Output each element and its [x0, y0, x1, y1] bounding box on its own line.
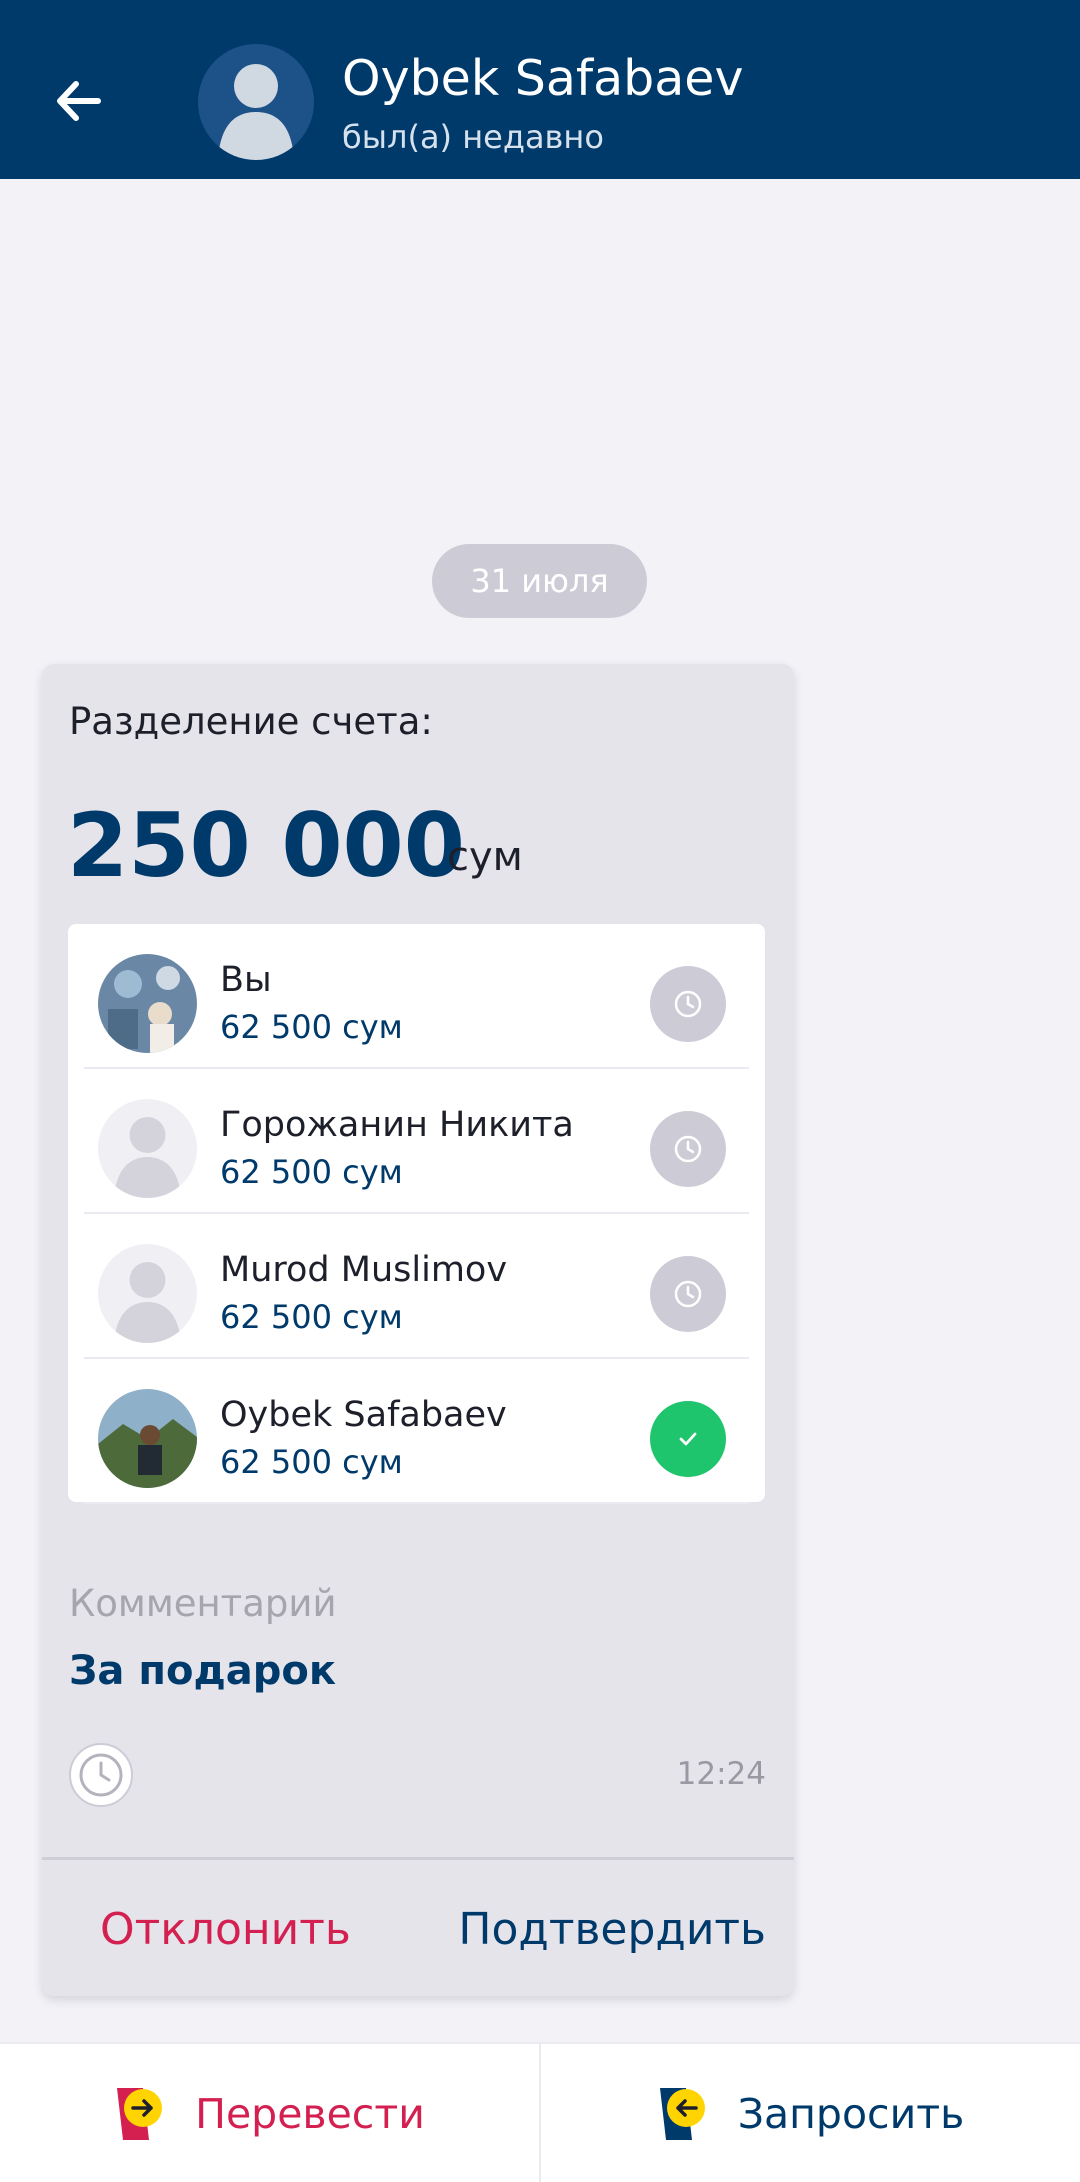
card-title: Разделение счета: [69, 700, 433, 743]
participant-amount: 62 500 сум [220, 1008, 403, 1046]
avatar [98, 1389, 197, 1488]
user-photo-icon [98, 954, 197, 1053]
request-icon [659, 2088, 705, 2140]
arrow-left-icon [57, 81, 101, 121]
clock-icon [674, 1135, 702, 1163]
request-label: Запросить [737, 2090, 965, 2138]
participant-row: Murod Muslimov 62 500 сум [68, 1214, 765, 1359]
contact-status: был(а) недавно [342, 118, 604, 156]
reject-button[interactable]: Отклонить [100, 1904, 351, 1955]
card-divider [42, 1857, 794, 1860]
pending-status-badge [650, 1256, 726, 1332]
transfer-label: Перевести [195, 2090, 425, 2138]
participant-name: Murod Muslimov [220, 1250, 508, 1290]
pending-status-badge [650, 966, 726, 1042]
person-placeholder-icon [98, 1244, 197, 1343]
comment-value: За подарок [69, 1648, 337, 1694]
transfer-button[interactable]: Перевести [0, 2044, 538, 2182]
row-divider [84, 1502, 749, 1504]
person-placeholder-icon [98, 1099, 197, 1198]
user-photo-icon [98, 1389, 197, 1488]
total-amount: 250 000 [67, 794, 466, 897]
confirm-button[interactable]: Подтвердить [458, 1904, 766, 1955]
clock-icon [674, 990, 702, 1018]
avatar [98, 1099, 197, 1198]
clock-icon [69, 1743, 133, 1807]
clock-icon [674, 1280, 702, 1308]
person-placeholder-icon [218, 64, 294, 160]
participant-row: Oybek Safabaev 62 500 сум [68, 1359, 765, 1504]
participant-name: Вы [220, 960, 272, 1000]
participant-name: Горожанин Никита [220, 1105, 574, 1145]
chat-header: Oybek Safabaev был(а) недавно [0, 0, 1080, 179]
participant-amount: 62 500 сум [220, 1443, 403, 1481]
transfer-icon [117, 2088, 163, 2140]
participant-row: Вы 62 500 сум [68, 924, 765, 1069]
participant-amount: 62 500 сум [220, 1153, 403, 1191]
total-currency: сум [447, 834, 523, 880]
confirmed-status-badge [650, 1401, 726, 1477]
comment-label: Комментарий [69, 1582, 337, 1625]
participant-amount: 62 500 сум [220, 1298, 403, 1336]
avatar [98, 1244, 197, 1343]
bottom-action-bar: Перевести Запросить [0, 2042, 1080, 2182]
message-status [68, 1742, 134, 1808]
participants-list: Вы 62 500 сум Горожанин Никита 62 500 су… [68, 924, 765, 1504]
avatar [98, 954, 197, 1053]
date-divider: 31 июля [432, 544, 647, 618]
participant-name: Oybek Safabaev [220, 1395, 507, 1435]
contact-avatar[interactable] [198, 44, 314, 160]
contact-name[interactable]: Oybek Safabaev [342, 50, 743, 107]
checkmark-icon [679, 1432, 697, 1446]
message-time: 12:24 [676, 1756, 766, 1792]
participant-row: Горожанин Никита 62 500 сум [68, 1069, 765, 1214]
back-button[interactable] [48, 70, 110, 132]
request-button[interactable]: Запросить [541, 2044, 1079, 2182]
split-bill-card: Разделение счета: 250 000 сум Вы 62 500 … [42, 664, 794, 1996]
pending-status-badge [650, 1111, 726, 1187]
